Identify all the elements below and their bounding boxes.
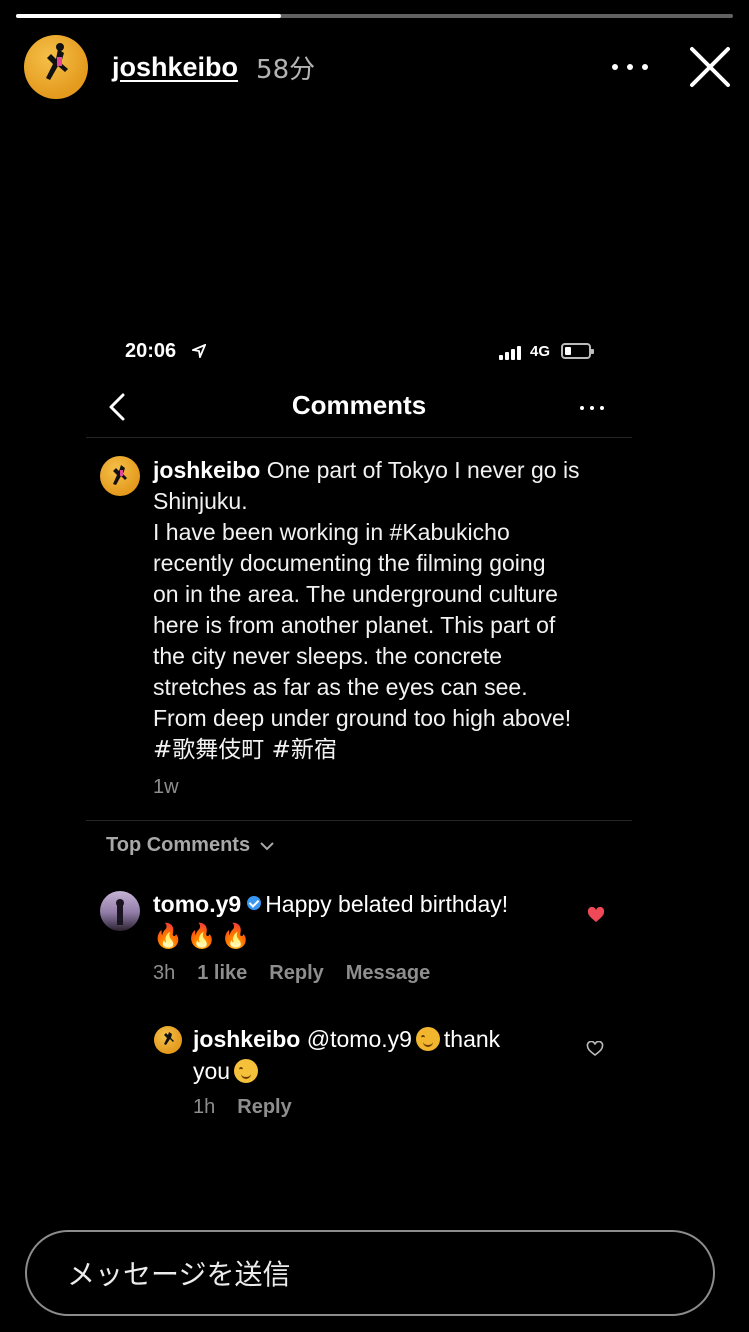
comments-title: Comments <box>291 390 427 420</box>
chevron-down-icon <box>260 841 274 850</box>
caption-line: recently documenting the filming going <box>153 550 546 576</box>
reply-avatar[interactable] <box>154 1026 182 1054</box>
reply-reply-button[interactable]: Reply <box>237 1096 291 1119</box>
reply-mention[interactable]: @tomo.y9 <box>307 1026 412 1052</box>
caption-hashtags[interactable]: #歌舞伎町 #新宿 <box>153 737 337 763</box>
location-arrow-icon <box>192 344 206 358</box>
more-options-icon[interactable] <box>612 56 648 78</box>
comments-more-icon[interactable] <box>580 406 604 412</box>
liked-heart-icon[interactable] <box>587 907 605 923</box>
caption-avatar[interactable] <box>100 456 140 496</box>
story-timestamp: 58分 <box>256 54 316 85</box>
story-progress-fill <box>16 14 282 18</box>
comment-reply-button[interactable]: Reply <box>269 962 323 985</box>
reply-text-cont: you <box>193 1058 231 1084</box>
caption-line: I have been working in #Kabukicho <box>153 519 510 545</box>
party-face-emoji-icon <box>415 1027 440 1051</box>
caption-username[interactable]: joshkeibo <box>153 457 260 483</box>
story-progress-bar <box>16 14 733 18</box>
reply-username[interactable]: joshkeibo <box>193 1026 300 1052</box>
top-comments-dropdown[interactable]: Top Comments <box>106 834 274 857</box>
send-message-bar[interactable] <box>25 1230 715 1316</box>
shared-screenshot: 20:06 4G Comments joshkeibo One part of … <box>86 330 632 1130</box>
send-message-input[interactable] <box>67 1252 667 1296</box>
battery-icon <box>561 343 594 359</box>
story-avatar[interactable] <box>24 35 88 99</box>
comment-message-button[interactable]: Message <box>346 962 431 985</box>
close-icon[interactable] <box>689 46 731 88</box>
status-bar-time: 20:06 <box>125 340 177 362</box>
heart-outline-icon[interactable] <box>586 1041 604 1057</box>
caption-line: Shinjuku. <box>153 488 248 514</box>
verified-badge-icon <box>247 896 262 910</box>
comment-meta: 3h 1 like Reply Message <box>153 962 430 985</box>
story-username[interactable]: joshkeibo <box>112 52 238 83</box>
comment-text: Happy belated birthday! <box>265 891 509 917</box>
comment-time: 3h <box>153 962 176 984</box>
caption-line: on in the area. The underground culture <box>153 581 558 607</box>
header-divider <box>86 437 632 438</box>
reply-time: 1h <box>193 1096 216 1118</box>
post-caption: joshkeibo One part of Tokyo I never go i… <box>153 455 623 766</box>
caption-timestamp: 1w <box>153 776 179 798</box>
cellular-signal-icon <box>499 344 523 360</box>
reply-meta: 1h Reply <box>193 1096 292 1119</box>
comment-item: tomo.y9 Happy belated birthday! 🔥🔥🔥 <box>153 888 563 952</box>
caption-divider <box>86 820 632 821</box>
comment-likes-link[interactable]: 1 like <box>197 962 247 985</box>
caption-line: From deep under ground too high above! <box>153 705 572 731</box>
smiling-face-emoji-icon <box>234 1059 259 1083</box>
caption-line: here is from another planet. This part o… <box>153 612 556 638</box>
reply-item: joshkeibo @tomo.y9 thank you <box>193 1023 553 1087</box>
fire-emojis: 🔥🔥🔥 <box>153 922 255 950</box>
caption-line: stretches as far as the eyes can see. <box>153 674 528 700</box>
reply-text: thank <box>443 1026 501 1052</box>
commenter-avatar[interactable] <box>100 891 140 931</box>
story-header: joshkeibo 58分 <box>24 34 315 100</box>
caption-line: One part of Tokyo I never go is <box>266 457 580 483</box>
comment-username[interactable]: tomo.y9 <box>153 891 241 917</box>
caption-line: the city never sleeps. the concrete <box>153 643 503 669</box>
network-type: 4G <box>530 343 551 360</box>
top-comments-label: Top Comments <box>106 834 251 856</box>
